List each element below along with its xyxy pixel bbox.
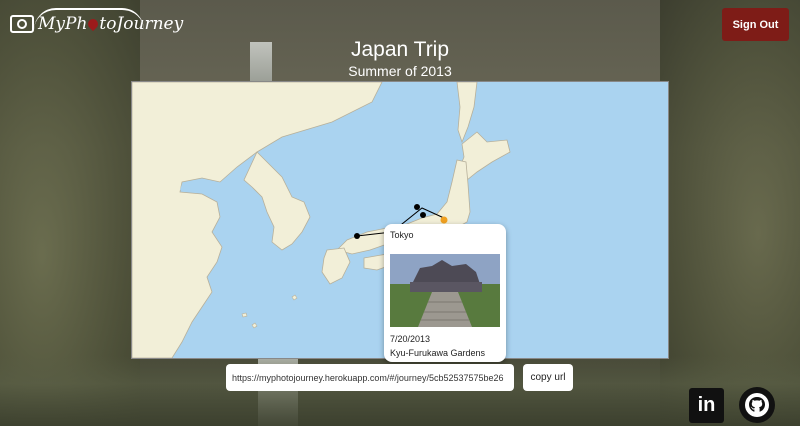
popup-city: Tokyo	[390, 230, 414, 240]
camera-icon	[10, 15, 34, 33]
github-logo-shape	[745, 393, 769, 417]
journey-marker	[420, 212, 426, 218]
github-icon[interactable]	[739, 387, 775, 423]
popup-place-name: Kyu-Furukawa Gardens	[390, 348, 486, 358]
linkedin-icon[interactable]: in	[689, 388, 724, 423]
journey-marker	[354, 233, 360, 239]
map-land-korea	[243, 151, 311, 251]
journey-marker	[414, 204, 420, 210]
journey-subtitle: Summer of 2013	[348, 63, 452, 79]
photo-thumbnail	[390, 254, 500, 327]
share-url-input[interactable]	[226, 364, 514, 391]
photo-popup[interactable]: Tokyo 7/20/2013 Kyu-Furukawa Gardens	[384, 224, 506, 362]
journey-title: Japan Trip	[350, 38, 450, 61]
map-land-kyushu	[321, 247, 351, 285]
app-logo[interactable]: MyPh toJourney	[10, 8, 183, 34]
map-land-islands	[241, 294, 298, 329]
journey-marker-selected	[440, 216, 448, 224]
map-land-mainland	[132, 82, 383, 358]
popup-photo[interactable]	[390, 254, 500, 327]
photo-building-base	[410, 282, 482, 292]
copy-url-button[interactable]: copy url	[523, 364, 573, 391]
map-land-sakhalin	[456, 82, 478, 144]
popup-date: 7/20/2013	[390, 334, 431, 344]
sign-out-button[interactable]: Sign Out	[722, 8, 789, 41]
map-land-hokkaido	[459, 131, 511, 181]
map-lake	[180, 182, 204, 192]
